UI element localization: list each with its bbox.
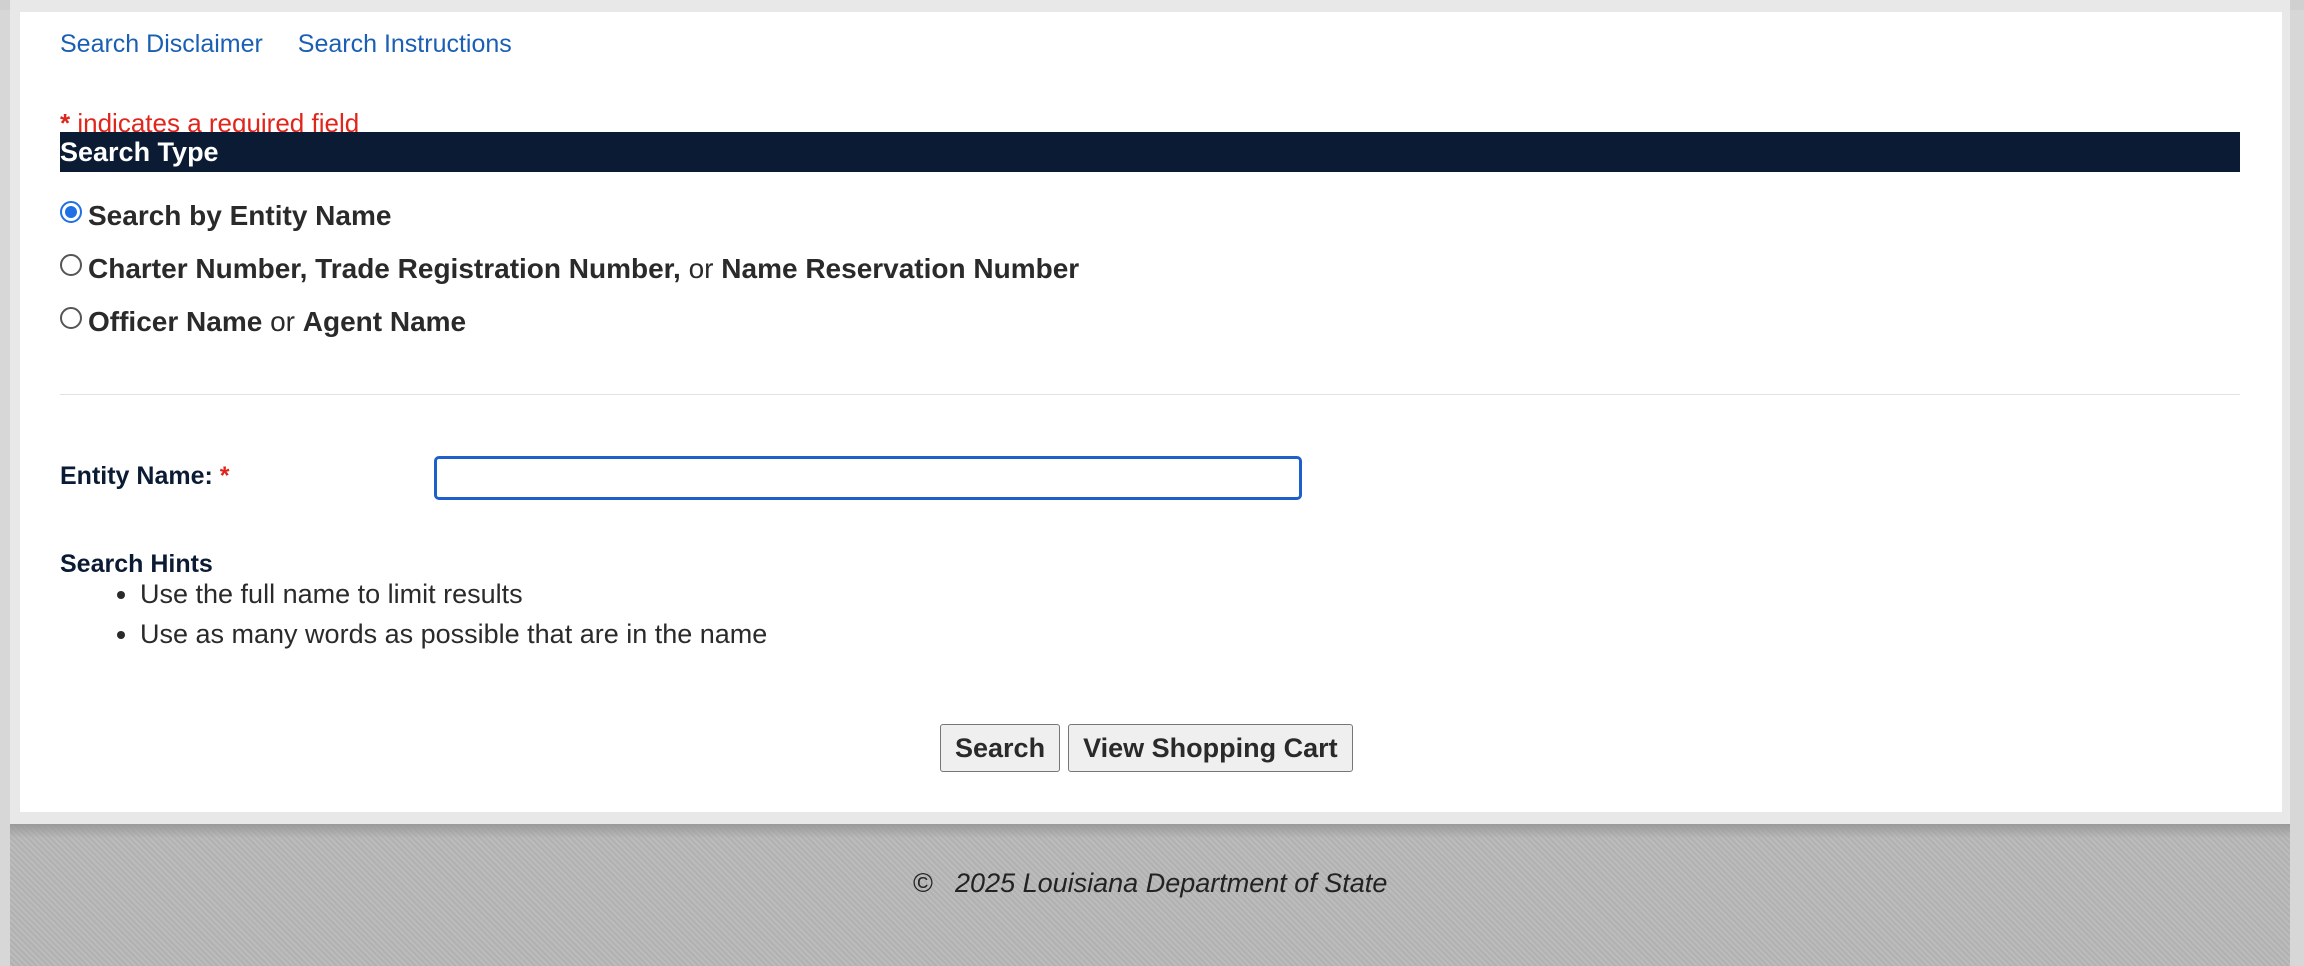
entity-name-label-text: Entity Name: [60,462,213,490]
radio-label-officer-name: Officer Name [88,306,263,337]
hint-item: Use the full name to limit results [140,574,767,614]
footer-shadow [10,824,2290,838]
radio-label-name-reservation: Name Reservation Number [721,253,1080,284]
form-buttons: Search View Shopping Cart [940,724,1353,772]
top-links: Search Disclaimer Search Instructions [60,30,540,59]
radio-option-charter-number[interactable]: Charter Number, Trade Registration Numbe… [60,253,1079,285]
search-disclaimer-link[interactable]: Search Disclaimer [60,30,263,58]
radio-option-entity-name[interactable]: Search by Entity Name [60,200,391,232]
search-type-header: Search Type [60,132,2240,172]
search-form-panel: Search Disclaimer Search Instructions * … [20,12,2282,812]
search-instructions-link[interactable]: Search Instructions [298,30,512,58]
section-divider [60,394,2240,395]
radio-option-officer-agent[interactable]: Officer Name or Agent Name [60,306,466,338]
search-button[interactable]: Search [940,724,1061,772]
view-shopping-cart-button[interactable]: View Shopping Cart [1068,724,1353,772]
radio-label-charter-trade: Charter Number, Trade Registration Numbe… [88,253,681,284]
radio-label-agent-name: Agent Name [302,306,467,337]
radio-label-or: or [680,253,722,284]
entity-name-input[interactable] [434,456,1302,500]
radio-label-or: or [262,306,303,337]
search-hints-list: Use the full name to limit results Use a… [60,574,767,654]
entity-name-label: Entity Name: * [60,462,230,491]
radio-label-entity-name: Search by Entity Name [88,200,392,231]
radio-button-officer-agent[interactable] [60,307,82,329]
page-footer: © 2025 Louisiana Department of State [10,824,2290,966]
copyright-text: © 2025 Louisiana Department of State [912,868,1388,898]
hint-item: Use as many words as possible that are i… [140,614,767,654]
radio-button-entity-name[interactable] [60,201,82,223]
entity-name-required-star: * [219,462,230,490]
radio-button-charter-number[interactable] [60,254,82,276]
